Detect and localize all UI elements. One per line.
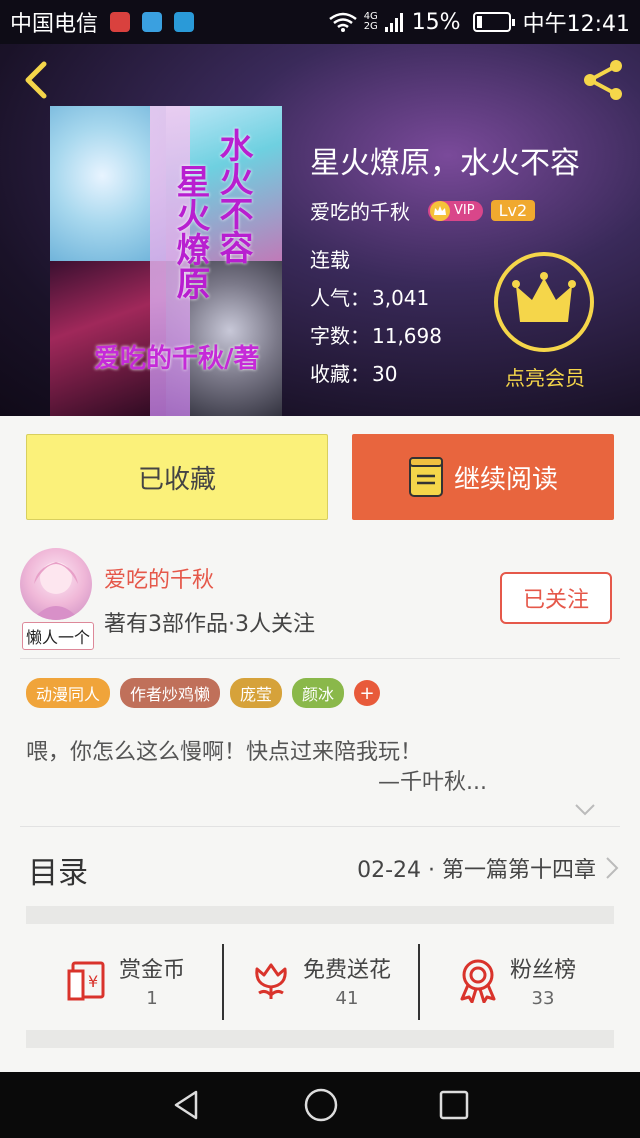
cover-art-1: [50, 106, 166, 261]
tag-item[interactable]: 庞莹: [230, 678, 283, 708]
level-badge: Lv2: [490, 200, 536, 221]
tag-item[interactable]: 颜冰: [292, 678, 345, 708]
network-type: 4G 2G: [363, 11, 378, 32]
battery-percent: 15%: [411, 9, 461, 35]
recents-square-icon[interactable]: [438, 1089, 470, 1121]
crown-icon: [512, 272, 576, 322]
book-cover[interactable]: 水火不容 星火燎原 爱吃的千秋/著: [50, 106, 282, 416]
video-app-icon: [174, 12, 195, 32]
crown-icon: [430, 200, 450, 221]
chevron-left-icon[interactable]: [18, 60, 58, 100]
mail-app-icon: [110, 12, 131, 32]
back-triangle-icon[interactable]: [170, 1088, 204, 1122]
stat-popularity: 人气： 3,041: [310, 282, 429, 311]
book-intro-line1: 喂，你怎么这么慢啊！快点过来陪我玩！: [26, 740, 423, 765]
stats-row: ¥ 赏金币 1 免费送花 41 粉丝榜 33: [26, 940, 614, 1020]
stat-word-count: 字数： 11,698: [310, 320, 442, 349]
status-bar: 中国电信 4G 2G 15% 中午12:41: [0, 0, 640, 44]
carrier-label: 中国电信: [10, 12, 99, 37]
author-avatar[interactable]: [20, 548, 92, 620]
stat-favorites: 收藏： 30: [310, 358, 397, 387]
member-button[interactable]: [494, 252, 594, 352]
reward-coins-count: 1: [146, 987, 158, 1009]
followed-label: 已关注: [522, 588, 589, 613]
cover-title-line1: 水火不容: [213, 128, 253, 264]
latest-chapter[interactable]: 02-24 · 第一篇第十四章: [357, 852, 596, 884]
stat-popularity-value: 3,041: [372, 286, 430, 310]
member-label[interactable]: 点亮会员: [480, 362, 610, 391]
reward-coins-item[interactable]: ¥ 赏金币 1: [26, 940, 222, 1020]
favorited-label: 已收藏: [137, 464, 216, 495]
book-author-row: 爱吃的千秋 VIP Lv2: [310, 196, 536, 225]
avatar-image: [32, 562, 80, 620]
continue-reading-button[interactable]: 继续阅读: [352, 434, 614, 520]
chevron-down-icon[interactable]: [574, 798, 596, 820]
book-author[interactable]: 爱吃的千秋: [310, 196, 410, 225]
fan-ranking-label: 粉丝榜: [509, 957, 576, 983]
avatar-tag: 懒人一个: [22, 622, 95, 650]
vip-badge: VIP: [428, 200, 483, 221]
section-separator: [26, 906, 614, 924]
tag-item[interactable]: 动漫同人: [26, 678, 111, 708]
catalog-title[interactable]: 目录: [28, 848, 88, 892]
add-tag-button[interactable]: +: [354, 680, 381, 706]
home-circle-icon[interactable]: [303, 1087, 339, 1123]
author-name[interactable]: 爱吃的千秋: [104, 562, 214, 594]
tag-list: 动漫同人 作者炒鸡懒 庞莹 颜冰 +: [26, 678, 381, 708]
divider: [20, 658, 620, 659]
stat-word-count-value: 11,698: [372, 324, 442, 348]
share-icon[interactable]: [580, 56, 628, 104]
fan-ranking-item[interactable]: 粉丝榜 33: [418, 940, 614, 1020]
ribbon-badge-icon: [460, 959, 496, 1003]
fan-ranking-count: 33: [531, 987, 555, 1009]
battery-fill: [476, 16, 482, 28]
stat-favorites-value: 30: [372, 362, 398, 386]
section-separator: [26, 1030, 614, 1048]
clock: 中午12:41: [522, 12, 630, 37]
reward-envelope-icon: ¥: [67, 961, 105, 1001]
wifi-icon: [328, 12, 357, 32]
book-intro-line2: —千叶秋...: [378, 770, 487, 795]
chat-app-icon: [142, 12, 163, 32]
stat-popularity-label: 人气：: [310, 286, 370, 310]
send-flowers-label: 免费送花: [302, 957, 391, 983]
stat-favorites-label: 收藏：: [310, 362, 370, 386]
reward-coins-text: 赏金币 1: [119, 952, 185, 1009]
svg-text:¥: ¥: [88, 972, 98, 991]
book-header: 水火不容 星火燎原 爱吃的千秋/著 星火燎原，水火不容 爱吃的千秋 VIP Lv…: [0, 44, 640, 416]
book-icon: [408, 457, 443, 497]
system-nav-bar: [0, 1072, 640, 1138]
continue-reading-label: 继续阅读: [453, 464, 558, 495]
send-flowers-count: 41: [335, 987, 359, 1009]
favorited-button[interactable]: 已收藏: [26, 434, 328, 520]
book-title: 星火燎原，水火不容: [310, 146, 580, 181]
reward-coins-label: 赏金币: [118, 957, 185, 983]
vip-label: VIP: [454, 203, 475, 218]
followed-button[interactable]: 已关注: [500, 572, 612, 624]
book-status: 连载: [310, 248, 350, 272]
signal-icon: [384, 13, 403, 32]
cover-author: 爱吃的千秋/著: [94, 344, 260, 374]
cover-title-line2: 星火燎原: [170, 164, 210, 300]
chevron-right-icon[interactable]: [602, 854, 622, 882]
divider: [20, 826, 620, 827]
stat-word-count-label: 字数：: [310, 324, 370, 348]
send-flowers-text: 免费送花 41: [303, 952, 391, 1009]
tag-item[interactable]: 作者炒鸡懒: [120, 678, 221, 708]
battery-icon: [472, 12, 515, 32]
fan-ranking-text: 粉丝榜 33: [510, 952, 576, 1009]
author-meta: 著有3部作品·3人关注: [104, 612, 315, 637]
send-flowers-item[interactable]: 免费送花 41: [222, 940, 418, 1020]
flower-icon: [255, 963, 287, 999]
